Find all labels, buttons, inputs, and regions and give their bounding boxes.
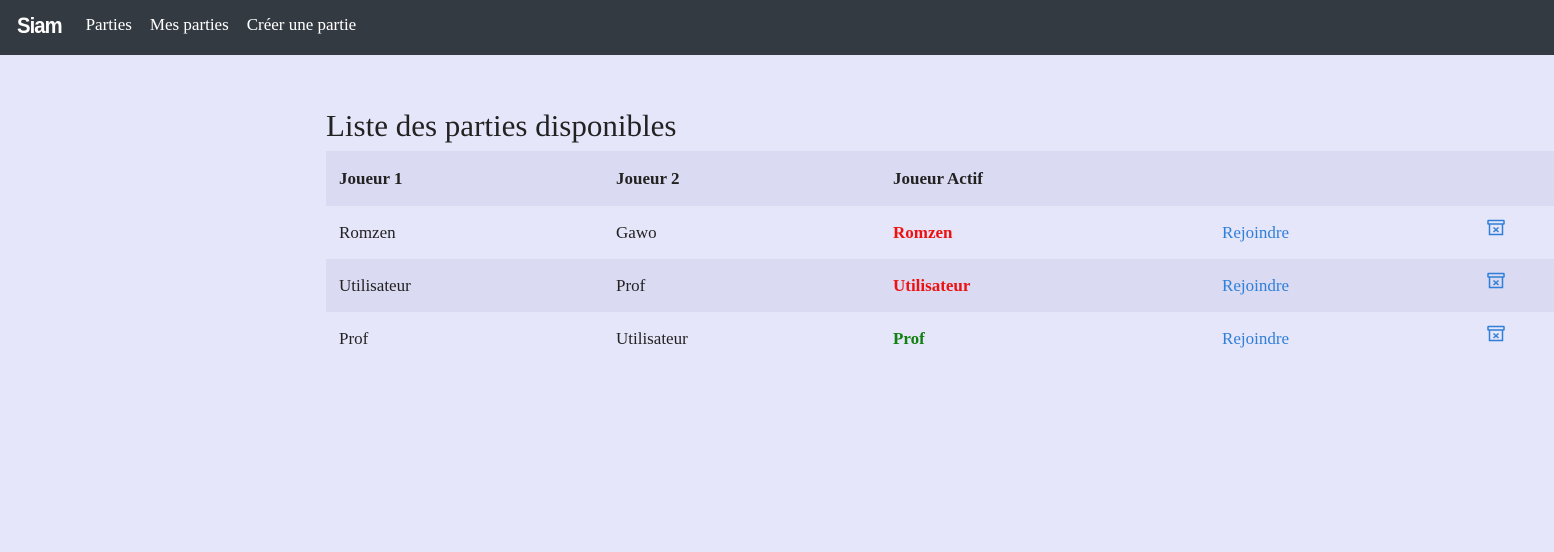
column-header-join — [1209, 151, 1473, 206]
trash-icon[interactable] — [1486, 271, 1506, 291]
table-row: Prof Utilisateur Prof Rejoindre — [326, 312, 1554, 365]
active-player-cell: Prof — [893, 328, 925, 348]
page-title: Liste des parties disponibles — [326, 108, 677, 143]
column-header-player1: Joueur 1 — [339, 168, 403, 188]
games-table: Joueur 1 Joueur 2 Joueur Actif Romzen Ga… — [326, 151, 1554, 365]
player1-cell: Utilisateur — [339, 275, 411, 295]
table-row: Romzen Gawo Romzen Rejoindre — [326, 206, 1554, 259]
trash-icon[interactable] — [1486, 218, 1506, 238]
active-player-cell: Romzen — [893, 222, 953, 242]
active-player-cell: Utilisateur — [893, 275, 971, 295]
table-row: Utilisateur Prof Utilisateur Rejoindre — [326, 259, 1554, 312]
main-content: Liste des parties disponibles Joueur 1 J… — [326, 55, 1554, 365]
join-game-link[interactable]: Rejoindre — [1222, 223, 1289, 242]
top-navbar: Siam Parties Mes parties Créer une parti… — [0, 0, 1554, 55]
table-header-row: Joueur 1 Joueur 2 Joueur Actif — [326, 151, 1554, 206]
player2-cell: Utilisateur — [616, 328, 688, 348]
trash-icon[interactable] — [1486, 324, 1506, 344]
nav-link-creer-partie[interactable]: Créer une partie — [247, 15, 357, 35]
column-header-active-player: Joueur Actif — [893, 168, 983, 188]
brand-logo[interactable]: Siam — [17, 13, 63, 39]
player2-cell: Prof — [616, 275, 646, 295]
nav-link-parties[interactable]: Parties — [86, 15, 132, 35]
player1-cell: Romzen — [339, 222, 396, 242]
player1-cell: Prof — [339, 328, 369, 348]
join-game-link[interactable]: Rejoindre — [1222, 329, 1289, 348]
join-game-link[interactable]: Rejoindre — [1222, 276, 1289, 295]
nav-link-mes-parties[interactable]: Mes parties — [150, 15, 229, 35]
column-header-player2: Joueur 2 — [616, 168, 680, 188]
player2-cell: Gawo — [616, 222, 657, 242]
column-header-delete — [1473, 151, 1554, 206]
